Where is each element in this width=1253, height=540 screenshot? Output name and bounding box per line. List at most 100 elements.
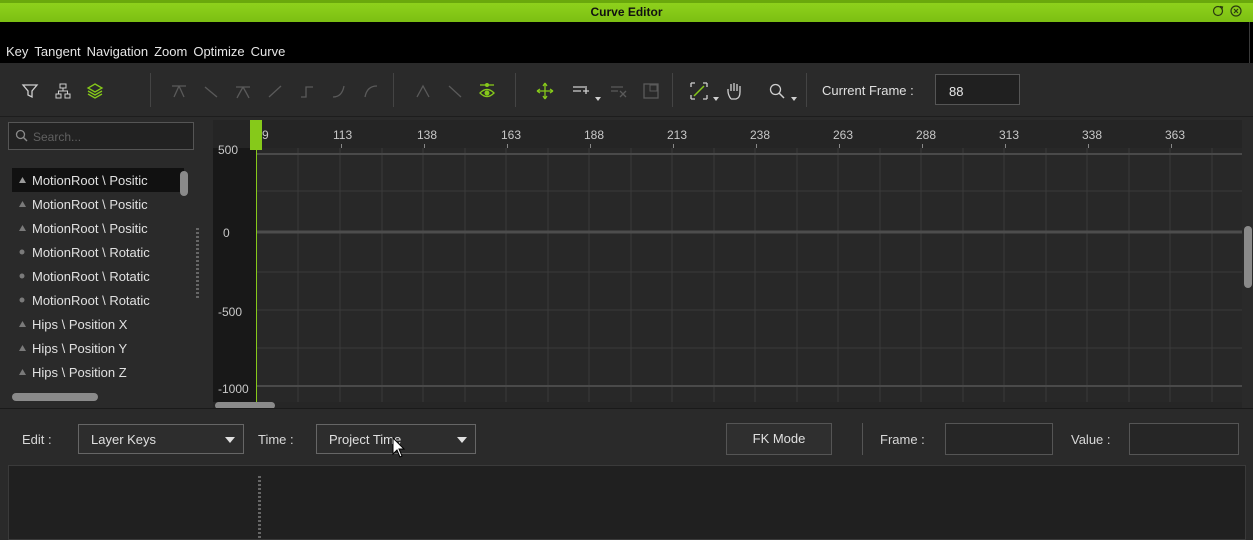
fk-mode-button[interactable]: FK Mode xyxy=(726,423,832,455)
move-icon[interactable] xyxy=(534,80,556,102)
ease-in-icon[interactable] xyxy=(328,80,350,102)
value-tick-label: -500 xyxy=(218,305,243,319)
menu-optimize[interactable]: Optimize xyxy=(193,44,244,60)
list-vertical-scrollbar[interactable] xyxy=(180,171,188,196)
zoom-icon[interactable] xyxy=(766,80,788,102)
filter-curve-icon[interactable] xyxy=(19,80,41,102)
triangle-marker-icon xyxy=(12,201,32,207)
dot-marker-icon xyxy=(12,297,32,303)
close-icon[interactable] xyxy=(1229,4,1243,18)
frame-label: Frame : xyxy=(880,432,925,447)
menu-key[interactable]: Key xyxy=(6,44,28,60)
dot-marker-icon xyxy=(12,273,32,279)
hierarchy-icon[interactable] xyxy=(52,80,74,102)
add-key-icon[interactable] xyxy=(570,80,592,102)
curve-label: MotionRoot \ Rotatic xyxy=(32,244,150,260)
menu-tangent[interactable]: Tangent xyxy=(34,44,80,60)
curve-label: MotionRoot \ Positic xyxy=(32,220,148,236)
title-bar: Curve Editor xyxy=(0,0,1253,22)
time-tick-label: 9 xyxy=(262,128,269,142)
graph-grid[interactable] xyxy=(256,148,1242,402)
unify-tangent-icon[interactable] xyxy=(444,80,466,102)
mouse-cursor-icon xyxy=(392,437,406,458)
chevron-down-icon xyxy=(225,437,235,443)
curve-list-item[interactable]: MotionRoot \ Positic xyxy=(12,216,184,240)
toolbar-separator xyxy=(515,73,516,107)
time-tick-label: 163 xyxy=(501,128,522,142)
panel-splitter-handle[interactable] xyxy=(196,228,199,298)
time-tick-label: 238 xyxy=(750,128,771,142)
time-ruler[interactable]: 9 113 138 163 188 213 238 263 288 313 33… xyxy=(213,120,1242,149)
search-input[interactable]: Search... xyxy=(8,122,194,150)
zoom-extent-icon[interactable] xyxy=(688,80,710,102)
menu-navigation[interactable]: Navigation xyxy=(87,44,148,60)
toolbar: Current Frame : 88 xyxy=(0,63,1253,117)
curve-label: Hips \ Position Y xyxy=(32,340,128,356)
time-label: Time : xyxy=(258,432,294,447)
step-tangent-icon[interactable] xyxy=(264,80,286,102)
zoom-dropdown-icon[interactable] xyxy=(791,97,797,101)
menu-grip xyxy=(1249,22,1250,63)
curve-graph[interactable]: 9 113 138 163 188 213 238 263 288 313 33… xyxy=(213,120,1242,408)
smooth-tangent-icon[interactable] xyxy=(232,80,254,102)
value-tick-label: -1000 xyxy=(218,382,249,396)
curve-list-item[interactable]: Hips \ Position Y xyxy=(12,336,184,360)
value-tick-label: 0 xyxy=(223,226,230,240)
curve-list-item[interactable]: MotionRoot \ Rotatic xyxy=(12,288,184,312)
triangle-marker-icon xyxy=(12,321,32,327)
lower-panel xyxy=(8,465,1246,540)
break-tangent-icon[interactable] xyxy=(412,80,434,102)
curve-label: MotionRoot \ Rotatic xyxy=(32,268,150,284)
layers-icon[interactable] xyxy=(84,80,106,102)
curve-list: MotionRoot \ Positic MotionRoot \ Positi… xyxy=(8,161,194,406)
time-mode-value: Project Time xyxy=(329,432,402,447)
window-title: Curve Editor xyxy=(590,5,663,19)
value-field[interactable] xyxy=(1129,423,1239,455)
curve-list-item[interactable]: MotionRoot \ Rotatic xyxy=(12,240,184,264)
dot-marker-icon xyxy=(12,249,32,255)
value-label: Value : xyxy=(1071,432,1111,447)
grid-lines xyxy=(256,148,1242,402)
graph-vertical-scrollbar[interactable] xyxy=(1244,226,1252,288)
curve-list-item[interactable]: Hips \ Position Z xyxy=(12,360,184,384)
time-tick-label: 138 xyxy=(417,128,438,142)
curve-list-item[interactable]: Hips \ Position X xyxy=(12,312,184,336)
bottom-settings-bar: Edit : Layer Keys Time : Project Time FK… xyxy=(0,408,1253,464)
edit-label: Edit : xyxy=(22,432,52,447)
delete-key-icon[interactable] xyxy=(608,80,630,102)
menu-curve[interactable]: Curve xyxy=(251,44,286,60)
zoom-extent-dropdown-icon[interactable] xyxy=(713,97,719,101)
ease-out-icon[interactable] xyxy=(360,80,382,102)
edit-mode-select[interactable]: Layer Keys xyxy=(78,424,244,454)
triangle-marker-icon xyxy=(12,177,32,183)
curve-list-item[interactable]: MotionRoot \ Rotatic xyxy=(12,264,184,288)
menu-zoom[interactable]: Zoom xyxy=(154,44,187,60)
lower-splitter-handle[interactable] xyxy=(258,476,261,540)
curve-list-item[interactable]: MotionRoot \ Positic xyxy=(12,168,184,192)
restore-icon[interactable] xyxy=(1211,4,1225,18)
fit-icon[interactable] xyxy=(640,80,662,102)
edit-mode-value: Layer Keys xyxy=(91,432,157,447)
curve-label: Hips \ Position Z xyxy=(32,364,127,380)
current-frame-marker[interactable] xyxy=(250,120,262,150)
frame-field[interactable] xyxy=(945,423,1053,455)
value-tick-label: 500 xyxy=(218,143,239,157)
toolbar-separator xyxy=(806,73,807,107)
bottom-separator xyxy=(862,423,863,455)
curve-list-item[interactable]: MotionRoot \ Positic xyxy=(12,192,184,216)
flatten-tangent-icon[interactable] xyxy=(168,80,190,102)
time-tick-label: 188 xyxy=(584,128,605,142)
chevron-down-icon xyxy=(457,437,467,443)
current-frame-input[interactable]: 88 xyxy=(935,74,1020,105)
pan-hand-icon[interactable] xyxy=(724,80,746,102)
time-tick-label: 363 xyxy=(1165,128,1186,142)
show-tangents-icon[interactable] xyxy=(476,80,498,102)
toolbar-separator xyxy=(393,73,394,107)
add-key-dropdown-icon[interactable] xyxy=(595,97,601,101)
step-out-icon[interactable] xyxy=(296,80,318,102)
curve-label: MotionRoot \ Positic xyxy=(32,196,148,212)
list-horizontal-scrollbar[interactable] xyxy=(12,393,98,401)
time-tick-label: 113 xyxy=(333,128,353,142)
linear-tangent-icon[interactable] xyxy=(200,80,222,102)
time-tick-label: 288 xyxy=(916,128,937,142)
